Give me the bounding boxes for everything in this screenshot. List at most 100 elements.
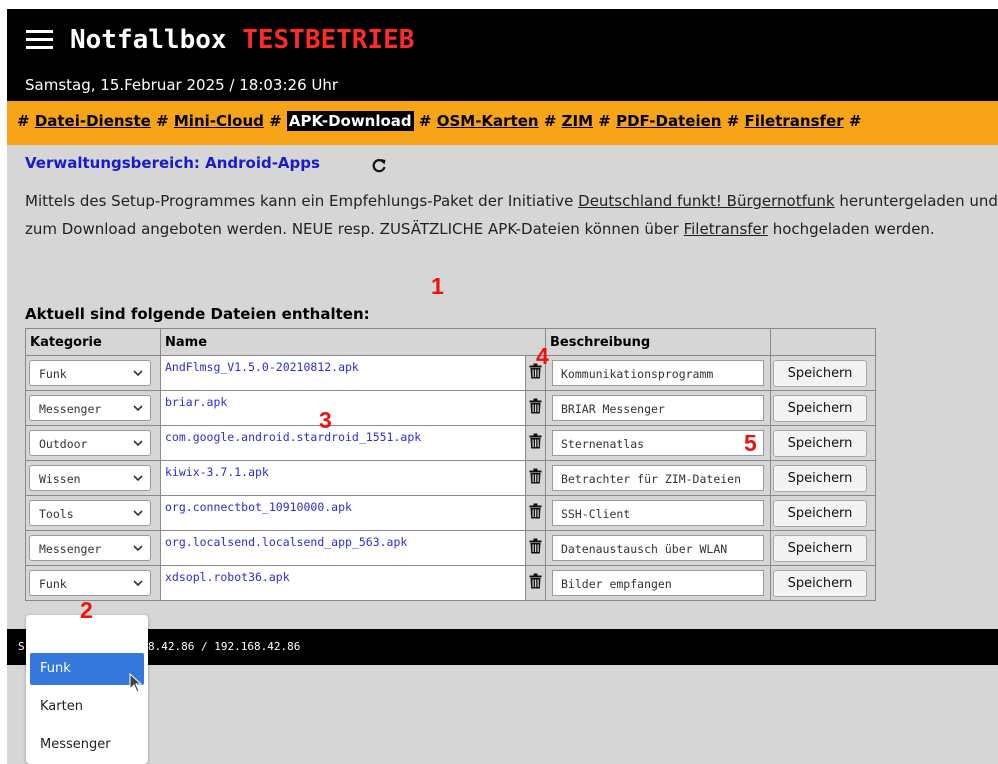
description-input[interactable]: SSH-Client bbox=[552, 500, 764, 526]
save-cell: Speichern bbox=[770, 530, 876, 566]
category-select-value: Messenger bbox=[39, 402, 102, 416]
nav-separator: # bbox=[156, 112, 169, 130]
chevron-down-icon bbox=[133, 475, 143, 482]
name-cell: xdsopl.robot36.apk bbox=[159, 565, 527, 601]
category-cell: Funk bbox=[25, 355, 161, 391]
delete-cell bbox=[525, 530, 546, 566]
delete-cell bbox=[525, 460, 546, 496]
save-button[interactable]: Speichern bbox=[773, 359, 867, 387]
category-select[interactable]: Funk bbox=[29, 360, 151, 386]
chevron-down-icon bbox=[133, 580, 143, 587]
category-select[interactable]: Outdoor bbox=[29, 430, 151, 456]
hamburger-icon[interactable] bbox=[26, 30, 53, 50]
link-deutschland-funkt[interactable]: Deutschland funkt! Bürgernotfunk bbox=[578, 192, 834, 210]
description-input[interactable]: Bilder empfangen bbox=[552, 570, 764, 596]
save-button[interactable]: Speichern bbox=[773, 429, 867, 457]
category-select[interactable]: Messenger bbox=[29, 535, 151, 561]
annotation-5: 5 bbox=[744, 430, 757, 456]
chevron-down-icon bbox=[133, 440, 143, 447]
file-link[interactable]: briar.apk bbox=[161, 391, 525, 409]
column-header-category: Kategorie bbox=[25, 328, 161, 356]
nav-item-mini-cloud[interactable]: Mini-Cloud bbox=[174, 112, 264, 130]
trash-icon[interactable] bbox=[529, 433, 542, 449]
category-cell: Messenger bbox=[25, 390, 161, 426]
category-cell: Outdoor bbox=[25, 425, 161, 461]
save-button[interactable]: Speichern bbox=[773, 499, 867, 527]
table-row: Funk AndFlmsg_V1.5.0-20210812.apk Kommunik… bbox=[25, 355, 876, 391]
file-link[interactable]: com.google.android.stardroid_1551.apk bbox=[161, 426, 525, 444]
nav-item-zim[interactable]: ZIM bbox=[562, 112, 593, 130]
save-cell: Speichern bbox=[770, 355, 876, 391]
category-select[interactable]: Tools bbox=[29, 500, 151, 526]
save-button[interactable]: Speichern bbox=[773, 464, 867, 492]
nav-item-apk-download[interactable]: APK-Download bbox=[286, 111, 414, 131]
nav-separator: # bbox=[726, 112, 740, 130]
table-row: Wissen kiwix-3.7.1.apk Betrachter für ZIM-… bbox=[25, 460, 876, 496]
footer-bar: S 8.42.86 / 192.168.42.86 bbox=[7, 629, 998, 665]
nav-links: # Datei-Dienste # Mini-Cloud # APK-Downl… bbox=[17, 111, 862, 131]
trash-icon[interactable] bbox=[529, 503, 542, 519]
description-cell: Bilder empfangen bbox=[545, 565, 771, 601]
description-text: Mittels des Setup-Programmes kann ein Em… bbox=[25, 187, 998, 243]
trash-icon[interactable] bbox=[529, 538, 542, 554]
save-button[interactable]: Speichern bbox=[773, 569, 867, 597]
nav-separator: # bbox=[543, 112, 557, 130]
category-select-value: Wissen bbox=[39, 472, 81, 486]
save-button[interactable]: Speichern bbox=[773, 534, 867, 562]
description-input[interactable]: Sternenatlas bbox=[552, 430, 764, 456]
category-cell: Messenger bbox=[25, 530, 161, 566]
category-select[interactable]: Wissen bbox=[29, 465, 151, 491]
nav-bar: # Datei-Dienste # Mini-Cloud # APK-Downl… bbox=[7, 101, 998, 145]
dropdown-option-funk[interactable]: Funk bbox=[30, 653, 144, 685]
file-link[interactable]: org.connectbot_10910000.apk bbox=[161, 496, 525, 514]
name-cell: org.localsend.localsend_app_563.apk bbox=[159, 530, 527, 566]
file-link[interactable]: xdsopl.robot36.apk bbox=[161, 566, 525, 584]
save-cell: Speichern bbox=[770, 460, 876, 496]
table-header-row: Kategorie Name Beschreibung bbox=[25, 328, 876, 356]
table-row: Funk xdsopl.robot36.apk Bilder empfangen Sp… bbox=[25, 565, 876, 601]
column-header-description: Beschreibung bbox=[545, 328, 771, 356]
category-cell: Tools bbox=[25, 495, 161, 531]
delete-cell bbox=[525, 425, 546, 461]
description-cell: BRIAR Messenger bbox=[545, 390, 771, 426]
file-link[interactable]: kiwix-3.7.1.apk bbox=[161, 461, 525, 479]
mode-badge: TESTBETRIEB bbox=[242, 25, 415, 55]
chevron-down-icon bbox=[133, 510, 143, 517]
category-select-value: Funk bbox=[39, 367, 67, 381]
nav-separator: # bbox=[598, 112, 611, 130]
save-button[interactable]: Speichern bbox=[773, 394, 867, 422]
option-label: Funk bbox=[40, 661, 71, 676]
link-filetransfer[interactable]: Filetransfer bbox=[684, 220, 768, 238]
mouse-pointer-icon bbox=[129, 673, 143, 693]
trash-icon[interactable] bbox=[529, 573, 542, 589]
description-input[interactable]: BRIAR Messenger bbox=[552, 395, 764, 421]
name-cell: kiwix-3.7.1.apk bbox=[159, 460, 527, 496]
description-input[interactable]: Datenaustausch über WLAN bbox=[552, 535, 764, 561]
file-link[interactable]: AndFlmsg_V1.5.0-20210812.apk bbox=[161, 356, 525, 374]
category-select[interactable]: Messenger bbox=[29, 395, 151, 421]
trash-icon[interactable] bbox=[529, 468, 542, 484]
description-input[interactable]: Betrachter für ZIM-Dateien bbox=[552, 465, 764, 491]
category-select-value: Messenger bbox=[39, 542, 102, 556]
nav-separator: # bbox=[17, 112, 30, 130]
category-select[interactable]: Funk bbox=[29, 570, 151, 596]
nav-item-osm-karten[interactable]: OSM-Karten bbox=[437, 112, 539, 130]
column-header-name: Name bbox=[160, 328, 546, 356]
reload-icon[interactable] bbox=[371, 157, 387, 173]
description-input[interactable]: Kommunikationsprogramm bbox=[552, 360, 764, 386]
header-bar: Notfallbox TESTBETRIEB Samstag, 15.Febru… bbox=[7, 9, 998, 101]
nav-item-filetransfer[interactable]: Filetransfer bbox=[745, 112, 844, 130]
nav-separator: # bbox=[269, 112, 282, 130]
trash-icon[interactable] bbox=[529, 398, 542, 414]
file-link[interactable]: org.localsend.localsend_app_563.apk bbox=[161, 531, 525, 549]
dropdown-option-messenger[interactable]: Messenger bbox=[30, 729, 144, 761]
nav-separator: # bbox=[848, 112, 862, 130]
dropdown-option-karten[interactable]: Karten bbox=[30, 691, 144, 723]
save-cell: Speichern bbox=[770, 425, 876, 461]
app-title: Notfallbox TESTBETRIEB bbox=[70, 25, 414, 55]
nav-item-datei-dienste[interactable]: Datei-Dienste bbox=[35, 112, 151, 130]
description-cell: Betrachter für ZIM-Dateien bbox=[545, 460, 771, 496]
nav-item-pdf-dateien[interactable]: PDF-Dateien bbox=[616, 112, 721, 130]
section-heading: Verwaltungsbereich: Android-Apps bbox=[25, 154, 320, 172]
category-cell: Wissen bbox=[25, 460, 161, 496]
